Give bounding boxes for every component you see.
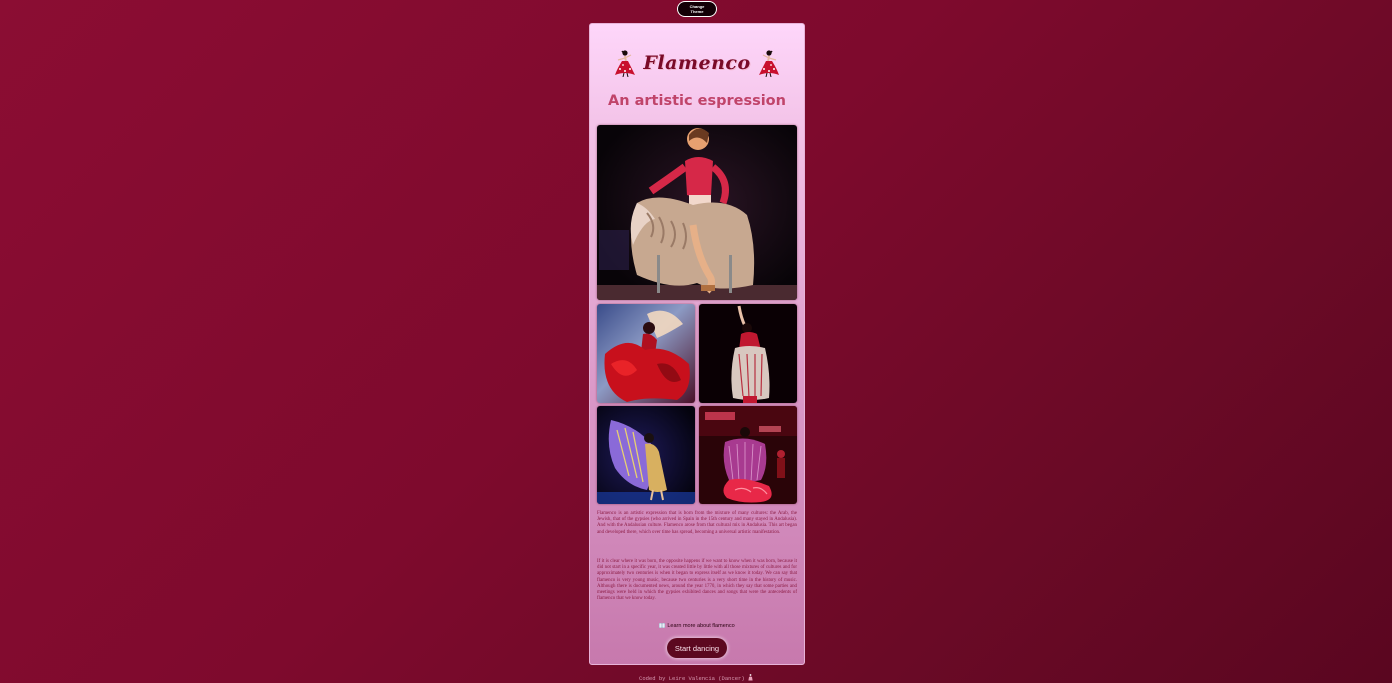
change-theme-button[interactable]: Change Theme [677, 1, 717, 17]
learn-more-label: Learn more about flamenco [667, 623, 734, 629]
photo-main [597, 125, 797, 300]
intro-paragraph: Flamenco is an artistic expression that … [597, 511, 797, 536]
dancer-stage-red-photo-icon [699, 406, 797, 504]
page-subtitle: An artistic espression [590, 93, 804, 109]
logo: Flamenco [590, 46, 804, 80]
learn-more-link[interactable]: Learn more about flamenco [590, 623, 804, 629]
footer-credit: Coded by Leire Valencia (Dancer) [0, 674, 1392, 682]
dancer-purple-shawl-photo-icon [597, 406, 695, 504]
dancer-mini-icon [748, 674, 753, 681]
flamenco-card: Flamenco An artistic espression [589, 23, 805, 665]
photo-red-dress [597, 304, 695, 403]
start-dancing-button[interactable]: Start dancing [667, 638, 727, 658]
photo-stage-red [699, 406, 797, 504]
flamenco-dancer-right-icon [757, 49, 781, 77]
photo-purple-shawl [597, 406, 695, 504]
flamenco-dancer-left-icon [613, 49, 637, 77]
footer-credit-text: Coded by Leire Valencia (Dancer) [639, 675, 745, 682]
history-paragraph: If it is clear where it was born, the op… [597, 559, 797, 602]
logo-title: Flamenco [643, 52, 750, 74]
dancer-red-dress-photo-icon [597, 304, 695, 403]
book-icon [659, 623, 665, 628]
photo-fringe-shawl [699, 304, 797, 403]
dancer-fringe-shawl-photo-icon [699, 304, 797, 403]
dancer-seated-photo-icon [597, 125, 797, 300]
